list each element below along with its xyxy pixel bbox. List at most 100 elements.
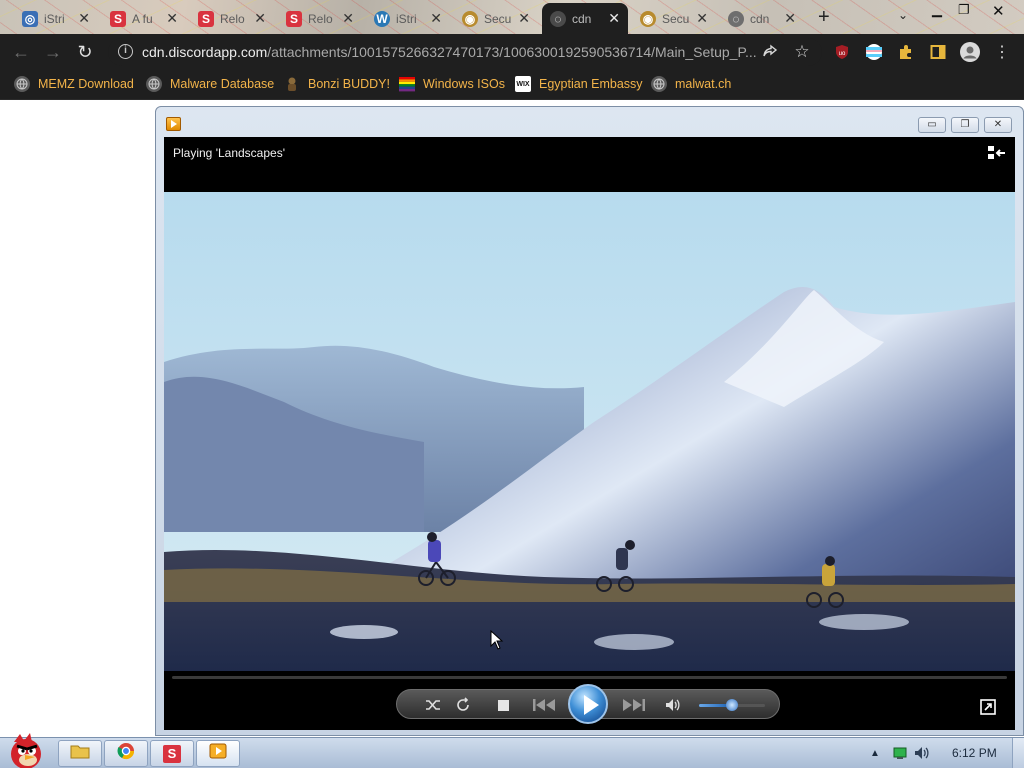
bookmark-windows-isos[interactable]: Windows ISOs — [399, 76, 505, 92]
taskbar-media-player[interactable] — [196, 740, 240, 767]
bookmark-memz[interactable]: MEMZ Download — [14, 76, 134, 92]
network-icon[interactable] — [893, 747, 907, 763]
bookmark-bonzi-buddy[interactable]: Bonzi BUDDY! — [284, 76, 390, 92]
seek-bar[interactable] — [172, 676, 1007, 679]
flag-extension-icon[interactable] — [864, 42, 884, 62]
previous-icon[interactable] — [525, 695, 565, 715]
site-info-icon[interactable]: i — [118, 44, 133, 59]
media-player-icon — [209, 743, 227, 764]
bookmark-egyptian-embassy[interactable]: WIX Egyptian Embassy — [515, 76, 643, 92]
tab-title: cdn — [572, 11, 592, 26]
s-red-favicon-icon: S — [110, 10, 126, 27]
bookmark-label: MEMZ Download — [38, 77, 134, 91]
landscape-video-image — [164, 192, 1015, 671]
address-bar[interactable]: i cdn.discordapp.com/attachments/1001575… — [108, 38, 822, 66]
forward-arrow-icon[interactable]: → — [42, 42, 64, 63]
bookmark-malware-database[interactable]: Malware Database — [146, 76, 274, 92]
close-window-icon[interactable]: ✕ — [992, 2, 1005, 20]
bookmark-malwatch[interactable]: malwat.ch — [651, 76, 731, 92]
close-icon[interactable]: ✕ — [608, 10, 620, 27]
new-tab-button[interactable]: + — [818, 6, 836, 29]
swirl-favicon-icon: ◎ — [22, 10, 38, 27]
gold-favicon-icon: ◉ — [640, 10, 656, 27]
volume-icon[interactable] — [663, 695, 683, 715]
tab-2[interactable]: S Relo ✕ — [190, 3, 274, 34]
media-player-window[interactable]: ▭ ❐ ✕ Playing 'Landscapes' — [155, 106, 1024, 736]
gold-favicon-icon: ◉ — [462, 10, 478, 27]
taskbar-chrome[interactable] — [104, 740, 148, 767]
start-button-angry-bird-icon[interactable] — [2, 732, 50, 768]
repeat-icon[interactable] — [453, 695, 473, 715]
close-button[interactable]: ✕ — [984, 117, 1012, 133]
volume-slider-thumb[interactable] — [726, 699, 738, 711]
reload-icon[interactable]: ↻ — [74, 42, 96, 63]
next-icon[interactable] — [613, 695, 653, 715]
wordpress-favicon-icon: W — [374, 10, 390, 27]
back-arrow-icon[interactable]: ← — [10, 42, 32, 63]
volume-tray-icon[interactable] — [914, 746, 930, 763]
ublock-icon[interactable]: uo — [832, 42, 852, 62]
shuffle-icon[interactable] — [423, 695, 443, 715]
extensions-puzzle-icon[interactable] — [896, 42, 916, 62]
browser-toolbar: ← → ↻ i cdn.discordapp.com/attachments/1… — [0, 34, 1024, 70]
globe-icon — [146, 76, 162, 92]
tab-0[interactable]: ◎ iStri ✕ — [14, 3, 98, 34]
maximize-button[interactable]: ❐ — [951, 117, 979, 133]
close-icon[interactable]: ✕ — [430, 10, 442, 27]
address-url[interactable]: cdn.discordapp.com/attachments/100157526… — [142, 44, 757, 60]
bookmark-label: Bonzi BUDDY! — [308, 77, 390, 91]
close-icon[interactable]: ✕ — [784, 10, 796, 27]
bookmark-label: Malware Database — [170, 77, 275, 91]
url-path: /attachments/1001575266327470173/1006300… — [267, 44, 757, 60]
close-icon[interactable]: ✕ — [254, 10, 266, 27]
folder-icon — [70, 743, 90, 764]
tab-title: Secu — [484, 11, 512, 26]
now-playing-label: Playing 'Landscapes' — [173, 146, 285, 160]
tab-search-chevron-icon[interactable]: ⌄ — [898, 8, 908, 22]
clock[interactable]: 6:12 PM — [952, 746, 997, 760]
switch-to-library-icon[interactable] — [987, 145, 1007, 161]
minimize-button[interactable]: ▭ — [918, 117, 946, 133]
close-icon[interactable]: ✕ — [342, 10, 354, 27]
share-icon[interactable] — [760, 42, 780, 62]
profile-avatar-icon[interactable] — [960, 42, 980, 62]
side-panel-icon[interactable] — [928, 42, 948, 62]
media-player-icon — [166, 117, 181, 131]
tab-5[interactable]: ◉ Secu ✕ — [454, 3, 538, 34]
bookmark-label: Windows ISOs — [423, 77, 505, 91]
tab-4[interactable]: W iStri ✕ — [366, 3, 450, 34]
tab-7[interactable]: ◉ Secu ✕ — [632, 3, 716, 34]
bookmark-label: Egyptian Embassy — [539, 77, 643, 91]
tab-title: A fu — [132, 11, 153, 26]
tab-active[interactable]: ◌ cdn ✕ — [542, 3, 628, 34]
show-hidden-icons-icon[interactable]: ▲ — [870, 748, 880, 759]
tab-title: Relo — [308, 11, 333, 26]
taskbar: S ▲ 6:12 PM — [0, 733, 1024, 768]
tab-8[interactable]: ◌ cdn ✕ — [720, 3, 804, 34]
taskbar-explorer[interactable] — [58, 740, 102, 767]
bookmark-star-icon[interactable]: ☆ — [792, 42, 812, 62]
close-icon[interactable]: ✕ — [518, 10, 530, 27]
tab-3[interactable]: S Relo ✕ — [278, 3, 362, 34]
video-frame[interactable] — [164, 192, 1015, 671]
minimize-icon[interactable]: ▁ — [932, 2, 942, 18]
bookmark-label: malwat.ch — [675, 77, 732, 91]
menu-kebab-icon[interactable]: ⋮ — [992, 42, 1012, 62]
globe-favicon-icon: ◌ — [550, 10, 566, 27]
show-desktop-button[interactable] — [1012, 738, 1024, 768]
close-icon[interactable]: ✕ — [166, 10, 178, 27]
restore-icon[interactable]: ❐ — [958, 2, 970, 18]
bookmarks-bar: MEMZ Download Malware Database Bonzi BUD… — [0, 70, 1024, 100]
play-button[interactable] — [568, 684, 608, 724]
s-red-favicon-icon: S — [286, 10, 302, 27]
svg-text:uo: uo — [839, 51, 846, 57]
close-icon[interactable]: ✕ — [696, 10, 708, 27]
taskbar-s-app[interactable]: S — [150, 740, 194, 767]
s-red-favicon-icon: S — [198, 10, 214, 27]
close-icon[interactable]: ✕ — [78, 10, 90, 27]
fullscreen-icon[interactable] — [979, 698, 997, 716]
stop-icon[interactable] — [493, 695, 513, 715]
tab-1[interactable]: S A fu ✕ — [102, 3, 186, 34]
tab-title: iStri — [44, 11, 65, 26]
globe-icon — [651, 76, 667, 92]
